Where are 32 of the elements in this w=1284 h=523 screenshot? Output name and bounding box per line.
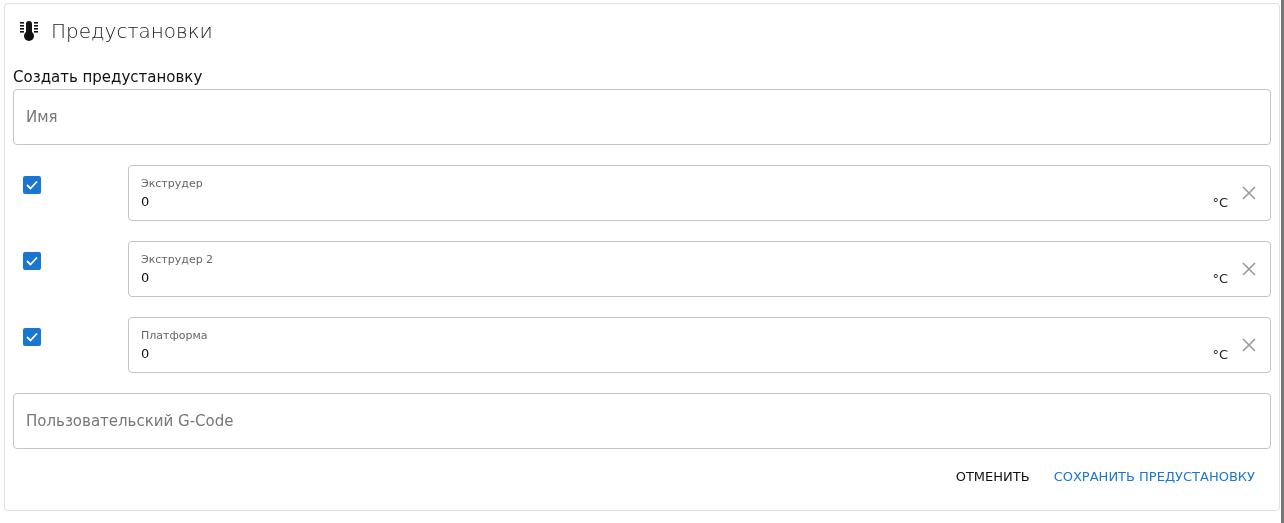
section-label: Создать предустановку (13, 68, 204, 86)
temperature-field[interactable]: Экструдер 2 0 °C (128, 241, 1271, 297)
scrollbar[interactable] (1281, 0, 1284, 523)
heater-checkbox[interactable] (23, 252, 41, 270)
unit-label: °C (1212, 270, 1228, 286)
check-icon (26, 180, 38, 190)
close-icon (1242, 186, 1256, 200)
unit-label: °C (1212, 194, 1228, 210)
clear-button[interactable] (1242, 186, 1256, 200)
field-label: Экструдер (141, 177, 203, 190)
close-icon (1242, 338, 1256, 352)
temperature-field[interactable]: Платформа 0 °C (128, 317, 1271, 373)
check-icon (26, 332, 38, 342)
field-value: 0 (141, 346, 150, 361)
check-icon (26, 256, 38, 266)
field-value: 0 (141, 194, 150, 209)
field-label: Экструдер 2 (141, 253, 214, 266)
field-label: Платформа (141, 329, 208, 342)
unit-label: °C (1212, 346, 1228, 362)
clear-button[interactable] (1242, 338, 1256, 352)
thermometer-icon (19, 20, 39, 42)
field-value: 0 (141, 270, 150, 285)
heater-checkbox[interactable] (23, 328, 41, 346)
name-field[interactable]: Имя (13, 89, 1271, 145)
clear-button[interactable] (1242, 262, 1256, 276)
cancel-button[interactable]: ОТМЕНИТЬ (947, 463, 1038, 490)
card-title: Предустановки (51, 19, 213, 43)
save-button[interactable]: СОХРАНИТЬ ПРЕДУСТАНОВКУ (1045, 463, 1263, 490)
temperature-field[interactable]: Экструдер 0 °C (128, 165, 1271, 221)
heater-checkbox[interactable] (23, 176, 41, 194)
close-icon (1242, 262, 1256, 276)
gcode-field[interactable]: Пользовательский G-Code (13, 393, 1271, 449)
